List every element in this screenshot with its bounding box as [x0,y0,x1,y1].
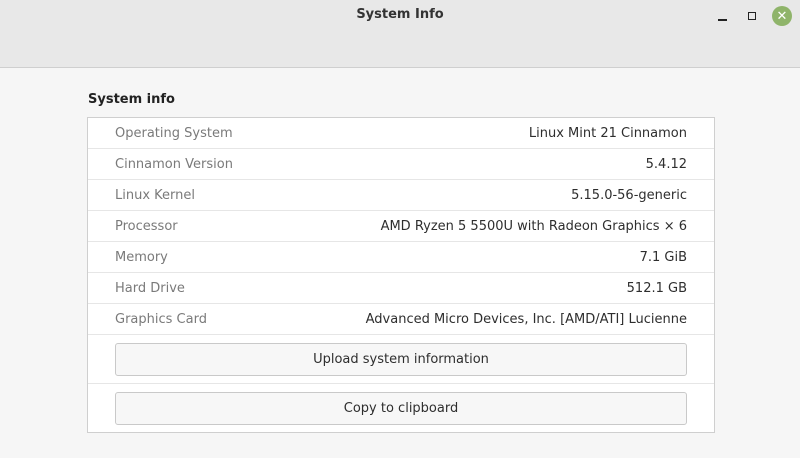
maximize-icon [748,12,756,20]
section-title: System info [88,92,175,107]
window-title: System Info [356,7,444,22]
info-value: Advanced Micro Devices, Inc. [AMD/ATI] L… [365,311,687,327]
system-info-panel: Operating System Linux Mint 21 Cinnamon Ci… [87,117,715,433]
close-button[interactable]: ✕ [772,6,792,26]
info-label: Graphics Card [115,311,207,327]
info-label: Memory [115,249,168,265]
info-row: Cinnamon Version 5.4.12 [88,149,714,180]
info-value: 5.15.0-56-generic [571,187,687,203]
info-row: Operating System Linux Mint 21 Cinnamon [88,118,714,149]
info-value: 512.1 GB [626,280,687,296]
info-row: Processor AMD Ryzen 5 5500U with Radeon G… [88,211,714,242]
info-label: Processor [115,218,178,234]
info-label: Operating System [115,125,233,141]
info-row: Memory 7.1 GiB [88,242,714,273]
title-bar: System Info ✕ [0,0,800,68]
info-value: Linux Mint 21 Cinnamon [528,125,687,141]
info-row: Linux Kernel 5.15.0-56-generic [88,180,714,211]
info-label: Hard Drive [115,280,185,296]
close-icon: ✕ [776,8,788,24]
maximize-button[interactable] [742,6,762,26]
copy-to-clipboard-button[interactable]: Copy to clipboard [115,392,687,425]
info-row: Graphics Card Advanced Micro Devices, Inc… [88,304,714,335]
minimize-icon [717,19,727,21]
copy-row: Copy to clipboard [88,384,714,433]
minimize-button[interactable] [712,6,732,26]
info-label: Cinnamon Version [115,156,233,172]
info-value: 5.4.12 [645,156,687,172]
info-value: 7.1 GiB [639,249,687,265]
info-label: Linux Kernel [115,187,195,203]
info-value: AMD Ryzen 5 5500U with Radeon Graphics ×… [380,218,687,234]
upload-system-info-button[interactable]: Upload system information [115,343,687,376]
info-row: Hard Drive 512.1 GB [88,273,714,304]
upload-row: Upload system information [88,335,714,384]
